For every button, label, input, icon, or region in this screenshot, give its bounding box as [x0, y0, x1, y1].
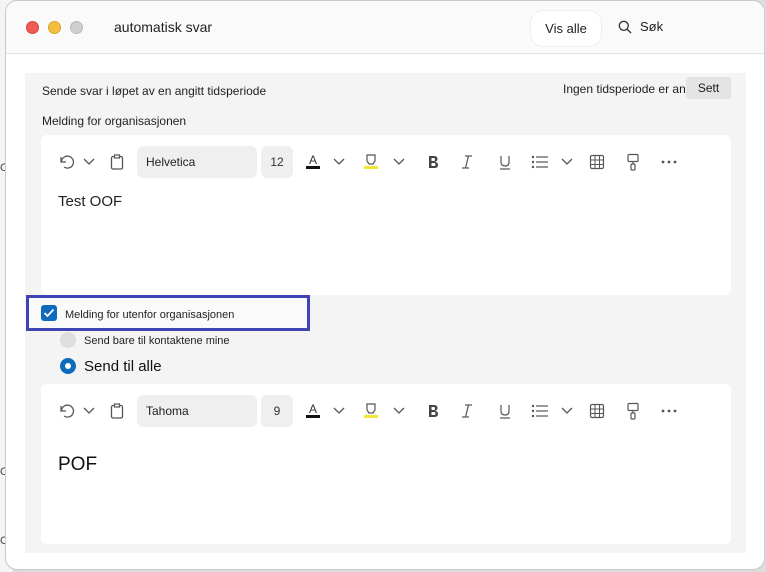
window-title: automatisk svar	[114, 19, 213, 35]
search-icon	[618, 20, 632, 33]
svg-text:A: A	[309, 402, 317, 416]
chevron-down-icon[interactable]	[331, 394, 347, 428]
maximize-window-button[interactable]	[70, 21, 83, 34]
bold-icon[interactable]	[423, 394, 443, 428]
formatting-toolbar: Helvetica 12 A	[41, 145, 731, 179]
title-bar: automatisk svar Vis alle Søk	[6, 1, 764, 54]
font-family-select[interactable]: Helvetica	[137, 146, 257, 178]
italic-icon[interactable]	[457, 145, 477, 179]
period-status: Ingen tidsperiode er angitt	[563, 82, 702, 96]
clipboard-icon[interactable]	[107, 145, 127, 179]
bold-icon[interactable]	[423, 145, 443, 179]
bullets-icon[interactable]	[529, 145, 551, 179]
scrollbar[interactable]	[746, 73, 751, 553]
message-body[interactable]: Test OOF	[58, 193, 122, 210]
chevron-down-icon[interactable]	[559, 394, 575, 428]
set-period-button[interactable]: Sett	[686, 77, 731, 99]
more-icon[interactable]	[657, 394, 681, 428]
auto-reply-window: automatisk svar Vis alle Søk Sende svar …	[5, 0, 765, 570]
external-message-checkbox[interactable]	[41, 305, 57, 321]
underline-icon[interactable]	[495, 145, 515, 179]
chevron-down-icon[interactable]	[391, 394, 407, 428]
chevron-down-icon[interactable]	[559, 145, 575, 179]
minimize-window-button[interactable]	[48, 21, 61, 34]
internal-message-editor[interactable]: Helvetica 12 A Test OOF	[41, 135, 731, 295]
chevron-down-icon[interactable]	[81, 145, 97, 179]
period-label: Sende svar i løpet av en angitt tidsperi…	[42, 84, 267, 98]
underline-icon[interactable]	[495, 394, 515, 428]
close-window-button[interactable]	[26, 21, 39, 34]
radio-send-to-all-label: Send til alle	[84, 358, 162, 375]
italic-icon[interactable]	[457, 394, 477, 428]
undo-icon[interactable]	[55, 394, 77, 428]
bullets-icon[interactable]	[529, 394, 551, 428]
search-box[interactable]: Søk	[618, 19, 663, 34]
chevron-down-icon[interactable]	[391, 145, 407, 179]
chevron-down-icon[interactable]	[81, 394, 97, 428]
org-message-label: Melding for organisasjonen	[42, 114, 187, 128]
radio-contacts-only[interactable]	[60, 332, 76, 348]
external-message-editor[interactable]: Tahoma 9 A POF	[41, 384, 731, 544]
format-painter-icon[interactable]	[623, 394, 643, 428]
font-color-icon[interactable]: A	[303, 145, 323, 179]
more-icon[interactable]	[657, 145, 681, 179]
svg-text:A: A	[309, 153, 317, 167]
show-all-button[interactable]: Vis alle	[531, 11, 601, 46]
external-message-label: Melding for utenfor organisasjonen	[65, 309, 235, 321]
undo-icon[interactable]	[55, 145, 77, 179]
highlighter-icon[interactable]	[361, 145, 381, 179]
message-body[interactable]: POF	[58, 454, 97, 476]
search-label: Søk	[640, 19, 664, 34]
font-size-select[interactable]: 12	[261, 146, 293, 178]
radio-send-to-all[interactable]	[60, 358, 76, 374]
font-color-icon[interactable]: A	[303, 394, 323, 428]
checkmark-icon	[43, 308, 55, 318]
external-message-option: Melding for utenfor organisasjonen	[26, 295, 310, 331]
font-family-select[interactable]: Tahoma	[137, 395, 257, 427]
clipboard-icon[interactable]	[107, 394, 127, 428]
table-icon[interactable]	[587, 394, 607, 428]
chevron-down-icon[interactable]	[331, 145, 347, 179]
font-size-select[interactable]: 9	[261, 395, 293, 427]
formatting-toolbar: Tahoma 9 A	[41, 394, 731, 428]
table-icon[interactable]	[587, 145, 607, 179]
highlighter-icon[interactable]	[361, 394, 381, 428]
format-painter-icon[interactable]	[623, 145, 643, 179]
radio-contacts-only-label: Send bare til kontaktene mine	[84, 335, 230, 347]
